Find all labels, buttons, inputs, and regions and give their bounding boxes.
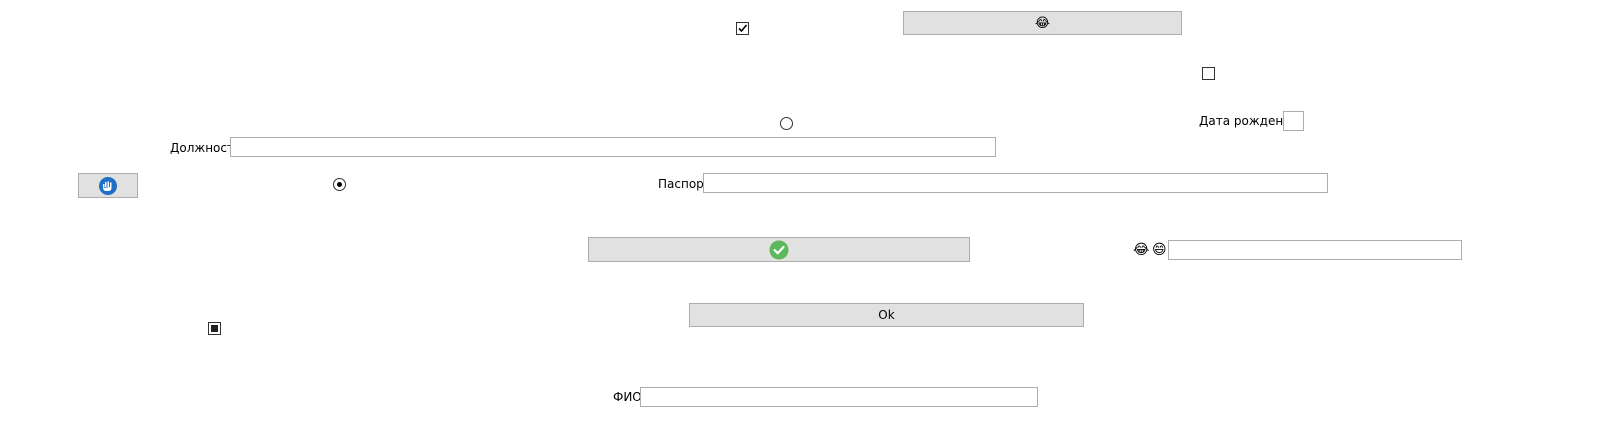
laughing-tears-icon: 😂 xyxy=(1034,15,1051,31)
indeterminate-fill xyxy=(211,325,218,332)
emoji-button[interactable]: 😂 xyxy=(903,11,1182,35)
green-check-icon xyxy=(769,240,789,259)
confirm-check-button[interactable] xyxy=(588,237,970,262)
top-checkbox[interactable] xyxy=(736,22,749,35)
grinning-face-icon: 😄 xyxy=(1152,242,1167,258)
position-field[interactable] xyxy=(230,137,996,157)
ok-button[interactable]: Ok xyxy=(689,303,1084,327)
right-checkbox[interactable] xyxy=(1202,67,1215,80)
middle-radio[interactable] xyxy=(780,117,793,130)
indeterminate-checkbox[interactable] xyxy=(208,322,221,335)
emoji-field[interactable] xyxy=(1168,240,1462,260)
hand-icon xyxy=(99,176,117,195)
left-radio[interactable] xyxy=(333,178,346,191)
fio-label: ФИО xyxy=(613,390,642,404)
hand-icon-button[interactable] xyxy=(78,173,138,198)
fio-field[interactable] xyxy=(640,387,1038,407)
laughing-tears-icon: 😂 xyxy=(1133,242,1150,258)
checkmark-icon xyxy=(738,24,748,33)
passport-field[interactable] xyxy=(703,173,1328,193)
birth-date-field[interactable] xyxy=(1283,111,1304,131)
radio-dot xyxy=(337,182,342,187)
